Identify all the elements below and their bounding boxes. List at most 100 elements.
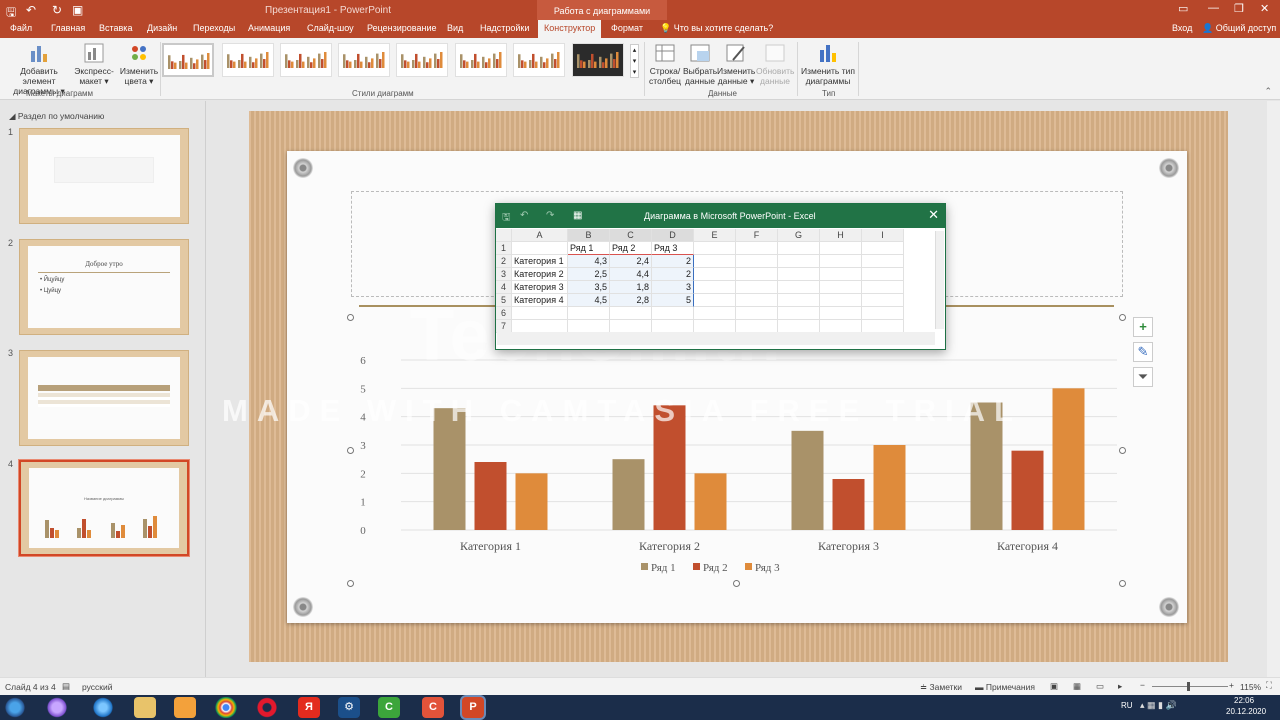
spreadsheet-cell[interactable]: Категория 1 (512, 255, 568, 268)
spreadsheet-cell[interactable]: Категория 2 (512, 268, 568, 281)
spreadsheet-cell[interactable]: Ряд 3 (652, 242, 694, 255)
spreadsheet-cell[interactable] (652, 307, 694, 320)
chart-style-3[interactable] (280, 43, 332, 77)
powerpoint-icon[interactable]: P (462, 697, 484, 718)
tab-addins[interactable]: Надстройки (480, 23, 529, 33)
spellcheck-icon[interactable]: ▤ (62, 681, 70, 692)
bar-1-3[interactable] (791, 430, 824, 530)
bar-3-4[interactable] (1052, 388, 1085, 530)
signin-link[interactable]: Вход (1172, 23, 1192, 33)
spreadsheet-cell[interactable] (736, 307, 778, 320)
collapse-ribbon-icon[interactable]: ⌃ (1264, 86, 1272, 97)
chart-elements-plus-icon[interactable]: + (1133, 317, 1153, 337)
notes-button[interactable]: ≐ Заметки (920, 682, 962, 693)
language-indicator[interactable]: русский (82, 682, 113, 692)
spreadsheet-cell[interactable] (862, 255, 904, 268)
tab-format[interactable]: Формат (611, 23, 643, 33)
tab-transitions[interactable]: Переходы (193, 23, 235, 33)
tab-view[interactable]: Вид (447, 23, 463, 33)
switch-row-column-button[interactable]: Строка/ столбец (648, 42, 682, 86)
excel-close-icon[interactable]: ✕ (928, 207, 939, 223)
chart-style-6[interactable] (455, 43, 507, 77)
spreadsheet-cell[interactable] (820, 281, 862, 294)
spreadsheet-cell[interactable]: 2,4 (610, 255, 652, 268)
spreadsheet-cell[interactable] (778, 294, 820, 307)
column-header[interactable]: D (652, 229, 694, 242)
column-header[interactable]: E (694, 229, 736, 242)
zoom-in-icon[interactable]: + (1229, 680, 1234, 690)
start-button-icon[interactable] (4, 697, 26, 718)
undo-icon[interactable]: ↶ (26, 3, 36, 17)
bar-1-2[interactable] (612, 459, 645, 530)
spreadsheet-cell[interactable]: 2,8 (610, 294, 652, 307)
spreadsheet-cell[interactable] (736, 242, 778, 255)
input-language[interactable]: RU (1121, 701, 1133, 710)
chart-filter-icon[interactable]: ⏷ (1133, 367, 1153, 387)
legend-entry[interactable]: Ряд 1 (651, 562, 676, 574)
spreadsheet-cell[interactable] (778, 242, 820, 255)
chart-style-2[interactable] (222, 43, 274, 77)
tab-file[interactable]: Файл (10, 23, 32, 33)
spreadsheet-cell[interactable]: 3 (652, 281, 694, 294)
bar-3-3[interactable] (873, 445, 906, 530)
section-name[interactable]: ◢ Раздел по умолчанию (9, 111, 104, 122)
spreadsheet-cell[interactable]: Ряд 2 (610, 242, 652, 255)
chart-style-4[interactable] (338, 43, 390, 77)
change-chart-type-button[interactable]: Изменить тип диаграммы (800, 42, 856, 86)
resize-handle[interactable] (1119, 314, 1126, 321)
slide-thumbnail-2[interactable]: Доброе утро • Йцуйцу • Цуйцу (19, 239, 189, 335)
chart-style-5[interactable] (396, 43, 448, 77)
spreadsheet-cell[interactable] (820, 242, 862, 255)
legend-entry[interactable]: Ряд 3 (755, 562, 780, 574)
spreadsheet-cell[interactable]: 2 (652, 268, 694, 281)
spreadsheet-cell[interactable] (694, 281, 736, 294)
slide-thumbnail-4[interactable]: Название диаграммы (18, 459, 190, 557)
vertical-scrollbar[interactable] (1267, 101, 1280, 677)
opera-icon[interactable] (256, 697, 278, 718)
spreadsheet-cell[interactable]: Ряд 1 (568, 242, 610, 255)
tab-chart-design[interactable]: Конструктор (538, 20, 602, 38)
excel-undo-icon[interactable]: ↶ (520, 210, 528, 221)
row-header[interactable]: 5 (496, 294, 512, 307)
excel-vertical-scrollbar[interactable] (935, 231, 944, 329)
refresh-data-button[interactable]: Обновить данные (756, 42, 795, 86)
spreadsheet-cell[interactable]: Категория 3 (512, 281, 568, 294)
spreadsheet-cell[interactable]: 3,5 (568, 281, 610, 294)
spreadsheet-cell[interactable] (568, 307, 610, 320)
spreadsheet-cell[interactable] (694, 242, 736, 255)
column-header[interactable]: H (820, 229, 862, 242)
comments-button[interactable]: ▬ Примечания (975, 682, 1035, 692)
bar-2-1[interactable] (474, 462, 507, 530)
column-header[interactable]: G (778, 229, 820, 242)
resize-handle[interactable] (347, 580, 354, 587)
maximize-icon[interactable]: ❐ (1234, 2, 1244, 15)
spreadsheet-cell[interactable] (820, 268, 862, 281)
spreadsheet-cell[interactable] (862, 294, 904, 307)
normal-view-icon[interactable]: ▣ (1050, 681, 1058, 692)
tray-icons[interactable]: ▴ ▦ ▮ 🔊 (1140, 700, 1177, 711)
excel-horizontal-scrollbar[interactable] (497, 332, 935, 345)
explorer-icon[interactable] (134, 697, 156, 718)
slide-thumbnail-3[interactable] (19, 350, 189, 446)
spreadsheet-cell[interactable]: 4,4 (610, 268, 652, 281)
yandex-icon[interactable]: Я (298, 697, 320, 718)
tab-home[interactable]: Главная (51, 23, 85, 33)
column-header[interactable]: I (862, 229, 904, 242)
excel-data-window[interactable]: 🖫 ↶ ↷ ▦ Диаграмма в Microsoft PowerPoint… (495, 203, 946, 350)
resize-handle[interactable] (347, 447, 354, 454)
select-all-corner[interactable] (496, 229, 512, 242)
slideshow-view-icon[interactable]: ▸ (1118, 681, 1122, 692)
reading-view-icon[interactable]: ▭ (1096, 681, 1104, 692)
column-header[interactable]: A (512, 229, 568, 242)
slideshow-icon[interactable]: ▣ (72, 3, 83, 17)
express-layout-button[interactable]: Экспресс-макет ▾ (74, 42, 114, 86)
zoom-level[interactable]: 115% (1240, 682, 1261, 692)
spreadsheet-cell[interactable] (778, 268, 820, 281)
spreadsheet-cell[interactable]: 5 (652, 294, 694, 307)
legend-entry[interactable]: Ряд 2 (703, 562, 728, 574)
resize-handle[interactable] (733, 580, 740, 587)
ribbon-display-icon[interactable]: ▭ (1178, 2, 1188, 15)
spreadsheet-cell[interactable] (820, 294, 862, 307)
resize-handle[interactable] (1119, 447, 1126, 454)
bar-2-3[interactable] (832, 479, 865, 530)
